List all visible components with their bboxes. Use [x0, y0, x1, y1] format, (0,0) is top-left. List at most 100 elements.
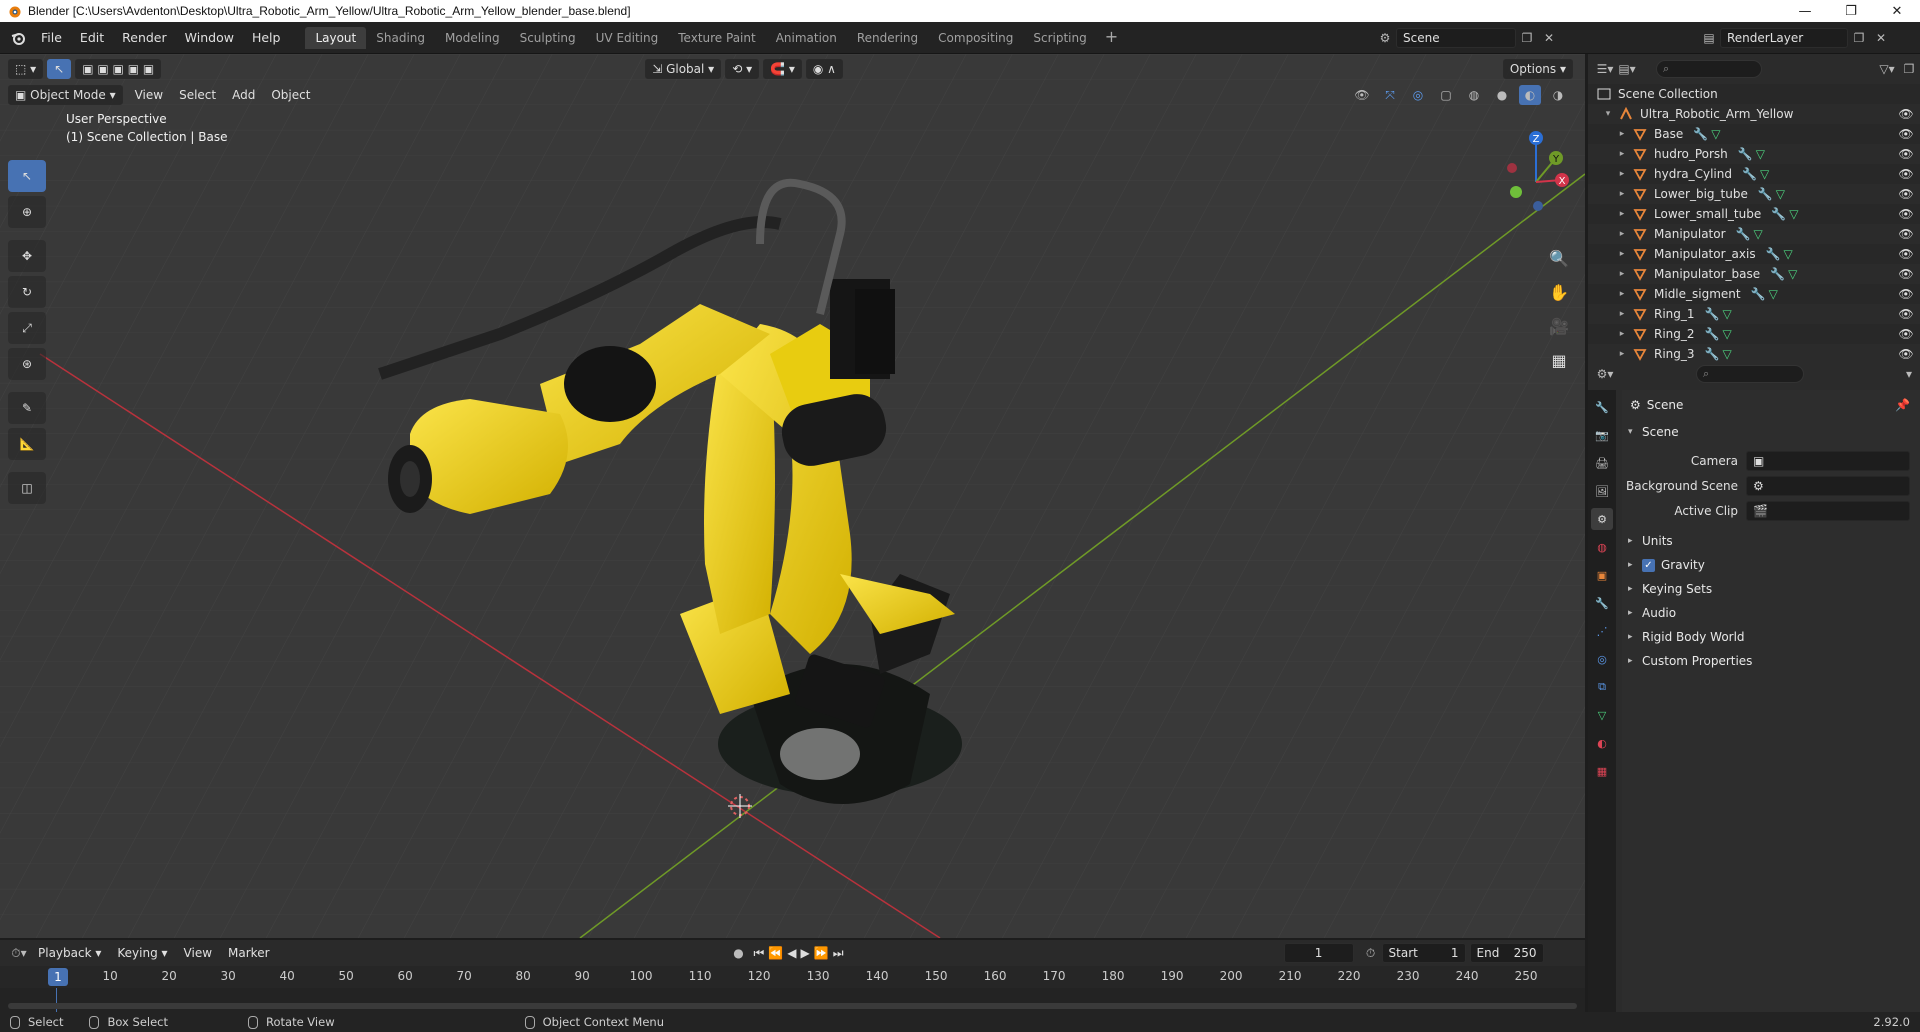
select-mode-buttons[interactable]: ▣ ▣ ▣ ▣ ▣	[75, 59, 162, 79]
modifier-wrench-icon[interactable]: 🔧	[1771, 207, 1786, 221]
outliner-object-row[interactable]: ▸ Ring_3 🔧 ▽ 👁	[1588, 344, 1920, 364]
solid-shading-icon[interactable]: ●	[1491, 85, 1513, 105]
subpanel-header[interactable]: ▸ Audio	[1622, 601, 1920, 625]
timeline-track-area[interactable]	[0, 988, 1585, 1012]
select-box-tool-icon[interactable]: ↖	[8, 160, 46, 192]
mesh-data-icon[interactable]: ▽	[1711, 127, 1720, 141]
mesh-data-icon[interactable]: ▽	[1776, 187, 1785, 201]
expand-triangle-icon[interactable]: ▸	[1616, 129, 1628, 139]
mesh-data-icon[interactable]: ▽	[1756, 147, 1765, 161]
wireframe-shading-icon[interactable]: ◍	[1463, 85, 1485, 105]
blender-menu-icon[interactable]	[10, 30, 26, 46]
eye-icon[interactable]: 👁	[1898, 206, 1914, 222]
outliner-object-row[interactable]: ▸ Midle_sigment 🔧 ▽ 👁	[1588, 284, 1920, 304]
start-frame-field[interactable]: Start 1	[1381, 943, 1466, 963]
menu-file[interactable]: File	[32, 27, 71, 49]
annotate-tool-icon[interactable]: ✎	[8, 392, 46, 424]
mesh-data-icon[interactable]: ▽	[1769, 287, 1778, 301]
timeline-scrollbar[interactable]	[8, 1003, 1577, 1009]
render-tab-icon[interactable]: 📷	[1591, 424, 1613, 446]
subpanel-header[interactable]: ▸ ✓ Gravity	[1622, 553, 1920, 577]
modifier-wrench-icon[interactable]: 🔧	[1705, 327, 1720, 341]
add-cube-tool-icon[interactable]: ◫	[8, 472, 46, 504]
tab-texture-paint[interactable]: Texture Paint	[668, 27, 765, 49]
cursor-tool-icon[interactable]: ⊕	[8, 196, 46, 228]
tab-shading[interactable]: Shading	[366, 27, 435, 49]
modifier-wrench-icon[interactable]: 🔧	[1705, 347, 1720, 361]
tab-uv-editing[interactable]: UV Editing	[586, 27, 669, 49]
close-button[interactable]: ✕	[1874, 0, 1920, 22]
mesh-data-icon[interactable]: ▽	[1722, 347, 1731, 361]
eye-icon[interactable]: 👁	[1898, 106, 1914, 122]
prev-keyframe-icon[interactable]: ⏪	[768, 946, 783, 961]
particles-tab-icon[interactable]: ⋰	[1591, 620, 1613, 642]
eye-icon[interactable]: 👁	[1898, 306, 1914, 322]
view-layer-field[interactable]: RenderLayer	[1720, 28, 1848, 48]
timeline-editor-type-icon[interactable]: ⏱▾	[8, 943, 30, 963]
menu-render[interactable]: Render	[113, 27, 176, 49]
tab-modeling[interactable]: Modeling	[435, 27, 510, 49]
eye-icon[interactable]: 👁	[1898, 186, 1914, 202]
scene-panel-header[interactable]: ▾ Scene	[1622, 420, 1920, 444]
play-icon[interactable]: ▶	[801, 946, 810, 961]
properties-options-icon[interactable]: ▾	[1898, 364, 1920, 384]
tab-sculpting[interactable]: Sculpting	[510, 27, 586, 49]
property-value-field[interactable]: ⚙	[1746, 475, 1910, 496]
timeline-menu-playback[interactable]: Playback ▾	[30, 946, 109, 960]
collapse-triangle-icon[interactable]: ▾	[1602, 109, 1614, 119]
outliner-object-row[interactable]: ▸ Manipulator_axis 🔧 ▽ 👁	[1588, 244, 1920, 264]
subpanel-header[interactable]: ▸ Keying Sets	[1622, 577, 1920, 601]
ortho-toggle-icon[interactable]: ▦	[1545, 346, 1573, 374]
modifier-wrench-icon[interactable]: 🔧	[1738, 147, 1753, 161]
menu-help[interactable]: Help	[243, 27, 290, 49]
mesh-data-icon[interactable]: ▽	[1722, 327, 1731, 341]
delete-scene-icon[interactable]: ✕	[1538, 28, 1560, 48]
current-frame-marker[interactable]: 1	[48, 968, 68, 986]
next-keyframe-icon[interactable]: ⏩	[814, 946, 829, 961]
add-workspace-button[interactable]: +	[1097, 27, 1126, 49]
outliner-object-row[interactable]: ▸ Ring_1 🔧 ▽ 👁	[1588, 304, 1920, 324]
tab-rendering[interactable]: Rendering	[847, 27, 928, 49]
expand-triangle-icon[interactable]: ▸	[1616, 209, 1628, 219]
eye-icon[interactable]: 👁	[1898, 166, 1914, 182]
scene-tab-icon[interactable]: ⚙	[1591, 508, 1613, 530]
timeline-menu-view[interactable]: View	[176, 946, 220, 960]
physics-tab-icon[interactable]: ◎	[1591, 648, 1613, 670]
expand-triangle-icon[interactable]: ▸	[1616, 169, 1628, 179]
timeline-ruler[interactable]: 1 10 20 30 40 50 60 70 80 90 100 110 120 130 140 150 160…	[0, 966, 1585, 988]
proportional-edit-toggle[interactable]: ◉ ∧	[805, 59, 843, 79]
viewport-menu-view[interactable]: View	[127, 88, 171, 102]
scene-icon[interactable]: ⚙	[1374, 28, 1396, 48]
data-tab-icon[interactable]: ▽	[1591, 704, 1613, 726]
pivot-point-dropdown[interactable]: ⟲ ▾	[725, 59, 760, 79]
output-tab-icon[interactable]: 🖨	[1591, 452, 1613, 474]
property-value-field[interactable]: 🎬	[1746, 500, 1910, 521]
eye-icon[interactable]: 👁	[1898, 266, 1914, 282]
measure-tool-icon[interactable]: 📐	[8, 428, 46, 460]
modifier-wrench-icon[interactable]: 🔧	[1751, 287, 1766, 301]
timeline-menu-keying[interactable]: Keying ▾	[109, 946, 175, 960]
material-tab-icon[interactable]: ◐	[1591, 732, 1613, 754]
modifier-wrench-icon[interactable]: 🔧	[1742, 167, 1757, 181]
outliner-scene-collection[interactable]: Scene Collection	[1588, 84, 1920, 104]
eye-icon[interactable]: 👁	[1898, 246, 1914, 262]
subpanel-header[interactable]: ▸ Units	[1622, 529, 1920, 553]
eye-icon[interactable]: 👁	[1898, 146, 1914, 162]
eye-icon[interactable]: 👁	[1898, 286, 1914, 302]
modifier-wrench-icon[interactable]: 🔧	[1736, 227, 1751, 241]
view-layer-icon[interactable]: ▤	[1698, 28, 1720, 48]
subpanel-header[interactable]: ▸ Custom Properties	[1622, 649, 1920, 673]
end-frame-field[interactable]: End 250	[1469, 943, 1544, 963]
eye-icon[interactable]: 👁	[1898, 126, 1914, 142]
outliner-object-row[interactable]: ▸ hudro_Porsh 🔧 ▽ 👁	[1588, 144, 1920, 164]
3d-viewport[interactable]: Z Y X ⬚ ▾ ↖ ▣ ▣ ▣ ▣ ▣ ⇲ Global ▾ ⟲ ▾ 🧲 ▾…	[0, 54, 1585, 938]
outliner-object-row[interactable]: ▸ Ring_2 🔧 ▽ 👁	[1588, 324, 1920, 344]
menu-window[interactable]: Window	[176, 27, 243, 49]
zoom-icon[interactable]: 🔍	[1545, 244, 1573, 272]
editor-type-button[interactable]: ⬚ ▾	[8, 59, 44, 79]
mesh-data-icon[interactable]: ▽	[1784, 247, 1793, 261]
expand-triangle-icon[interactable]: ▸	[1616, 349, 1628, 359]
outliner-object-row[interactable]: ▸ Manipulator 🔧 ▽ 👁	[1588, 224, 1920, 244]
eye-icon[interactable]: 👁	[1898, 346, 1914, 362]
gizmo-toggle-icon[interactable]: ⤧	[1379, 85, 1401, 105]
